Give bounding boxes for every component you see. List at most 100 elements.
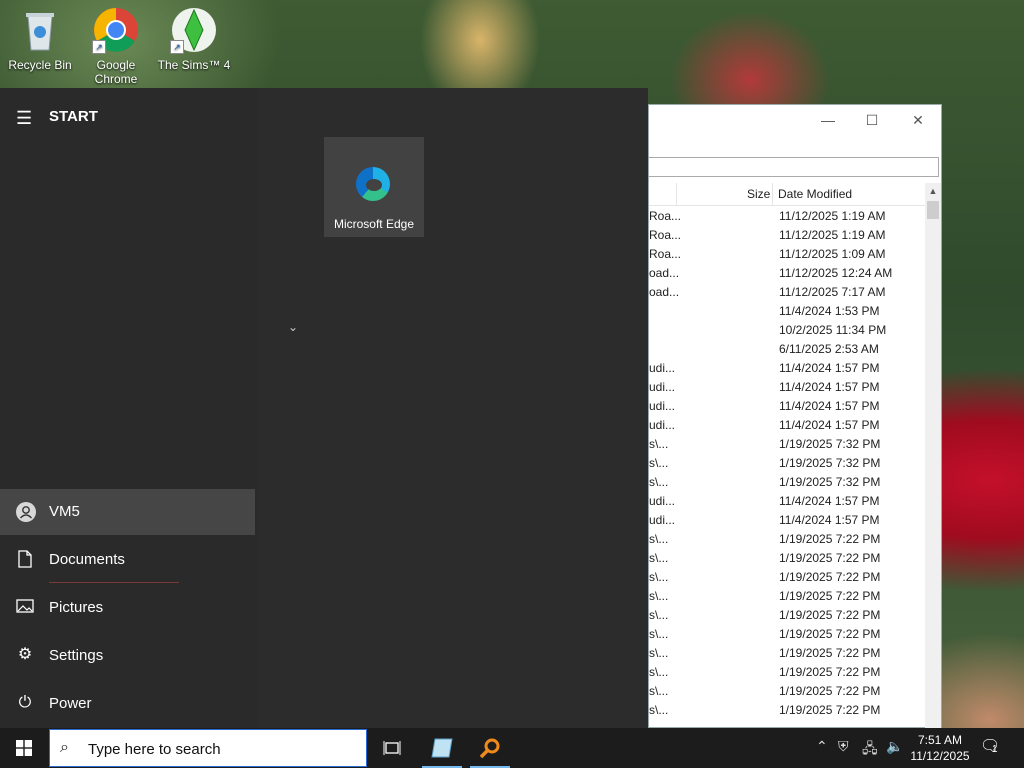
table-row[interactable]: s\... 1/19/2025 7:22 PM: [649, 530, 927, 549]
security-alert-icon[interactable]: ⛨: [838, 738, 849, 755]
table-row[interactable]: 10/2/2025 11:34 PM: [649, 321, 927, 340]
network-icon[interactable]: 🖧: [862, 738, 878, 762]
table-row[interactable]: s\... 1/19/2025 7:22 PM: [649, 701, 927, 720]
close-icon[interactable]: ✕: [903, 109, 933, 131]
date-modified-cell: 1/19/2025 7:22 PM: [779, 703, 881, 717]
desktop-icon-label: Recycle Bin: [8, 58, 72, 72]
task-view-icon: [383, 741, 401, 755]
table-row[interactable]: s\... 1/19/2025 7:22 PM: [649, 644, 927, 663]
taskbar-search-box[interactable]: ⌕ Type here to search: [49, 729, 367, 767]
table-row[interactable]: oad... 11/12/2025 7:17 AM: [649, 283, 927, 302]
chevron-down-icon[interactable]: ⌄: [288, 320, 298, 334]
clock-date: 11/12/2025: [910, 749, 970, 763]
table-row[interactable]: 6/11/2025 2:53 AM: [649, 340, 927, 359]
start-menu-title: START: [49, 108, 98, 125]
sidebar-item-settings[interactable]: ⚙ Settings: [0, 633, 255, 679]
table-row[interactable]: Roa... 11/12/2025 1:19 AM: [649, 226, 927, 245]
table-row[interactable]: s\... 1/19/2025 7:32 PM: [649, 454, 927, 473]
minimize-icon[interactable]: —: [813, 109, 843, 131]
table-row[interactable]: udi... 11/4/2024 1:57 PM: [649, 378, 927, 397]
desktop-icon-recycle-bin[interactable]: Recycle Bin: [2, 6, 78, 72]
taskbar-app-notepad[interactable]: [418, 728, 466, 768]
taskbar-app-search-tool[interactable]: [466, 728, 514, 768]
sidebar-item-power[interactable]: ⏻ Power: [0, 681, 255, 727]
sidebar-item-pictures[interactable]: Pictures: [0, 585, 255, 631]
desktop-icon-sims4[interactable]: ↗ The Sims™ 4: [156, 6, 232, 72]
sidebar-item-documents[interactable]: Documents: [0, 537, 255, 583]
tile-microsoft-edge[interactable]: Microsoft Edge: [324, 137, 424, 237]
file-list: Roa... 11/12/2025 1:19 AM Roa... 11/12/2025…: [649, 207, 927, 720]
table-row[interactable]: udi... 11/4/2024 1:57 PM: [649, 359, 927, 378]
date-modified-cell: 11/12/2025 12:24 AM: [779, 266, 893, 280]
table-row[interactable]: s\... 1/19/2025 7:22 PM: [649, 587, 927, 606]
date-modified-cell: 1/19/2025 7:22 PM: [779, 627, 881, 641]
file-name-cell: s\...: [649, 665, 669, 679]
column-header-size[interactable]: Size: [747, 187, 770, 201]
file-name-cell: s\...: [649, 551, 669, 565]
date-modified-cell: 11/12/2025 1:09 AM: [779, 247, 886, 261]
volume-icon[interactable]: 🔈: [886, 738, 903, 755]
date-modified-cell: 1/19/2025 7:32 PM: [779, 437, 881, 451]
column-divider[interactable]: [772, 183, 773, 205]
notification-count: 1: [992, 744, 998, 755]
table-row[interactable]: s\... 1/19/2025 7:22 PM: [649, 663, 927, 682]
document-icon: [16, 550, 34, 568]
scroll-up-icon[interactable]: ▲: [925, 183, 941, 199]
table-row[interactable]: udi... 11/4/2024 1:57 PM: [649, 416, 927, 435]
column-header-date-modified[interactable]: Date Modified: [778, 187, 852, 201]
date-modified-cell: 11/4/2024 1:57 PM: [779, 513, 880, 527]
clock[interactable]: 7:51 AM 11/12/2025: [908, 732, 972, 764]
table-row[interactable]: udi... 11/4/2024 1:57 PM: [649, 511, 927, 530]
table-row[interactable]: Roa... 11/12/2025 1:09 AM: [649, 245, 927, 264]
table-row[interactable]: s\... 1/19/2025 7:22 PM: [649, 682, 927, 701]
window-titlebar[interactable]: — ☐ ✕: [649, 105, 941, 135]
search-box[interactable]: [649, 157, 939, 177]
date-modified-cell: 1/19/2025 7:32 PM: [779, 475, 881, 489]
table-row[interactable]: s\... 1/19/2025 7:32 PM: [649, 435, 927, 454]
maximize-icon[interactable]: ☐: [857, 109, 887, 131]
tile-label: Microsoft Edge: [333, 217, 415, 231]
table-row[interactable]: s\... 1/19/2025 7:22 PM: [649, 606, 927, 625]
date-modified-cell: 11/4/2024 1:57 PM: [779, 494, 880, 508]
desktop-icon-google-chrome[interactable]: ↗ Google Chrome: [78, 6, 154, 86]
user-avatar-icon: [16, 502, 36, 522]
table-row[interactable]: oad... 11/12/2025 12:24 AM: [649, 264, 927, 283]
sidebar-item-label: Pictures: [49, 599, 104, 616]
date-modified-cell: 11/4/2024 1:57 PM: [779, 418, 880, 432]
shortcut-arrow-icon: ↗: [92, 40, 106, 54]
sidebar-item-user[interactable]: VM5: [0, 489, 255, 535]
recycle-bin-icon: [16, 6, 64, 54]
date-modified-cell: 1/19/2025 7:32 PM: [779, 456, 881, 470]
date-modified-cell: 1/19/2025 7:22 PM: [779, 570, 881, 584]
column-header-row: Size Date Modified: [649, 183, 927, 206]
table-row[interactable]: Roa... 11/12/2025 1:19 AM: [649, 207, 927, 226]
sidebar-item-label: Power: [49, 695, 92, 712]
file-name-cell: Roa...: [649, 247, 682, 261]
table-row[interactable]: 11/4/2024 1:53 PM: [649, 302, 927, 321]
start-menu: ☰ START VM5 Documents Pictures ⚙ Setting…: [0, 88, 648, 728]
chevron-up-icon[interactable]: ⌃: [816, 738, 828, 755]
sims-plumbob-icon: ↗: [170, 6, 218, 54]
table-row[interactable]: udi... 11/4/2024 1:57 PM: [649, 492, 927, 511]
divider: [49, 582, 179, 583]
table-row[interactable]: s\... 1/19/2025 7:22 PM: [649, 625, 927, 644]
table-row[interactable]: s\... 1/19/2025 7:32 PM: [649, 473, 927, 492]
file-name-cell: udi...: [649, 494, 676, 508]
chrome-icon: ↗: [92, 6, 140, 54]
column-divider[interactable]: [676, 183, 677, 205]
scroll-thumb[interactable]: [927, 201, 939, 219]
date-modified-cell: 10/2/2025 11:34 PM: [779, 323, 887, 337]
action-center-button[interactable]: 🗨 1: [980, 736, 1000, 756]
vertical-scrollbar[interactable]: ▲: [925, 183, 941, 729]
task-view-button[interactable]: [368, 728, 416, 768]
table-row[interactable]: udi... 11/4/2024 1:57 PM: [649, 397, 927, 416]
file-name-cell: Roa...: [649, 228, 682, 242]
table-row[interactable]: s\... 1/19/2025 7:22 PM: [649, 568, 927, 587]
hamburger-menu-icon[interactable]: ☰: [16, 108, 32, 129]
start-button[interactable]: [0, 728, 48, 768]
notepad-app-icon: [431, 738, 453, 758]
date-modified-cell: 1/19/2025 7:22 PM: [779, 608, 881, 622]
clock-time: 7:51 AM: [917, 733, 963, 747]
table-row[interactable]: s\... 1/19/2025 7:22 PM: [649, 549, 927, 568]
file-name-cell: udi...: [649, 399, 676, 413]
